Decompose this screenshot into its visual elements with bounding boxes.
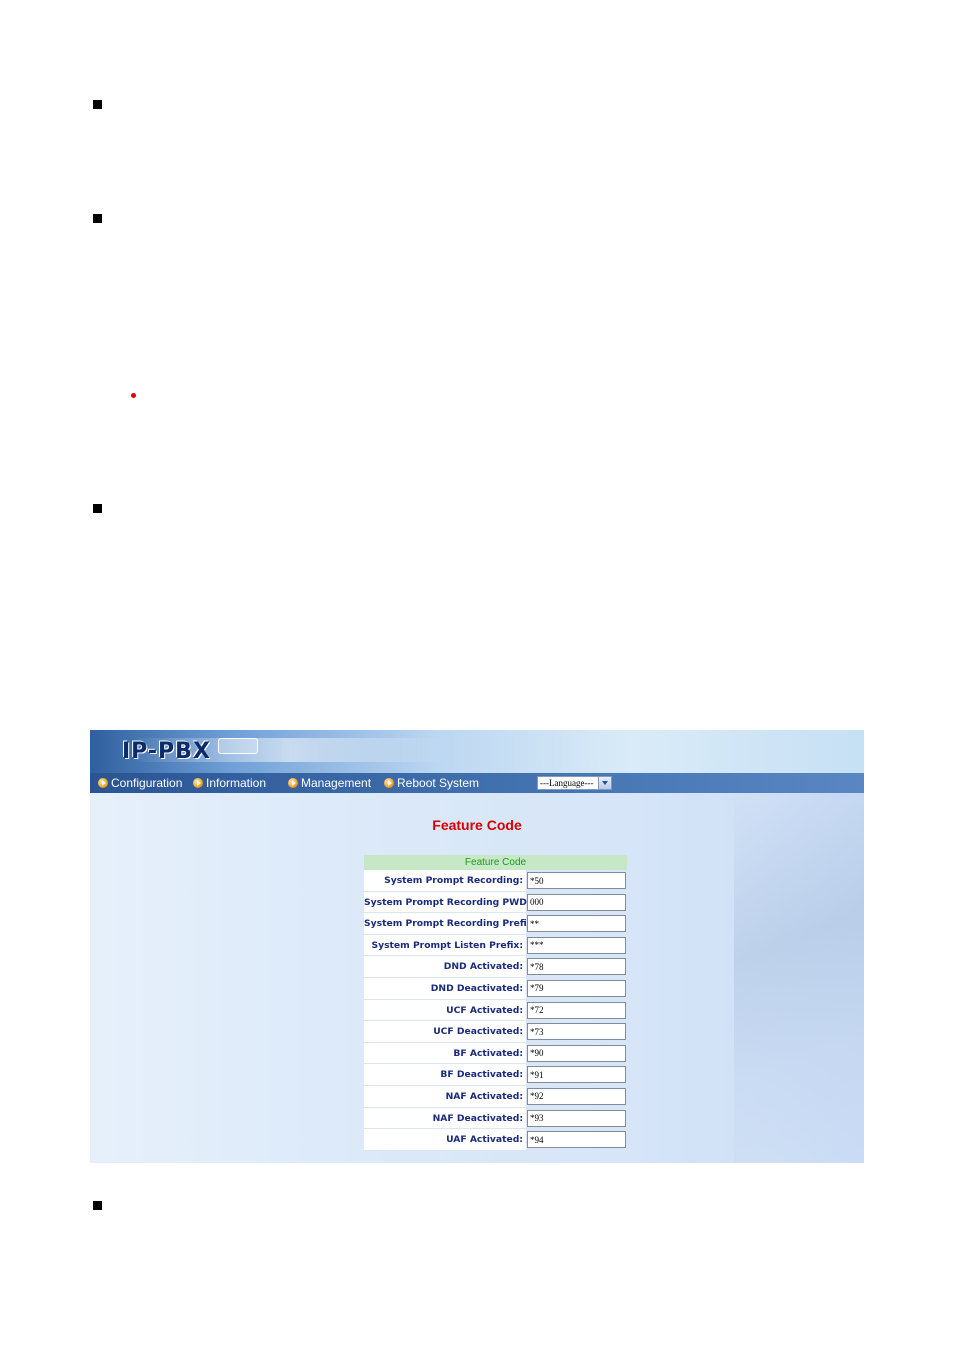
feature-code-input[interactable] — [527, 979, 626, 997]
table-row: NAF Deactivated: — [364, 1107, 627, 1130]
feature-code-input[interactable] — [527, 958, 626, 976]
square-bullet-icon — [93, 214, 102, 223]
dot-bullet-icon — [131, 393, 136, 398]
table-row: BF Deactivated: — [364, 1064, 627, 1086]
menu-management[interactable]: Management — [288, 775, 371, 791]
feature-code-input[interactable] — [527, 1066, 626, 1084]
feature-code-input[interactable] — [527, 1023, 626, 1041]
table-row: System Prompt Recording PWD: — [364, 891, 627, 914]
table-row: System Prompt Listen Prefix: — [364, 934, 627, 957]
table-row: UCF Activated: — [364, 999, 627, 1022]
table-row: NAF Activated: — [364, 1085, 627, 1108]
menu-information[interactable]: Information — [193, 775, 266, 791]
table-row: System Prompt Recording: — [364, 870, 627, 892]
ip-pbx-screenshot: IP-PBX Configuration Information Managem… — [90, 730, 864, 1163]
menu-configuration[interactable]: Configuration — [98, 775, 182, 791]
table-header: Feature Code — [364, 855, 627, 870]
field-label: BF Activated: — [364, 1042, 526, 1064]
field-label: DND Deactivated: — [364, 977, 526, 999]
chevron-down-icon[interactable] — [598, 777, 611, 789]
field-label: DND Activated: — [364, 956, 526, 977]
logo-box-decoration — [218, 738, 258, 754]
page-title: Feature Code — [432, 817, 522, 833]
feature-code-table: Feature Code System Prompt Recording:Sys… — [364, 855, 627, 1151]
field-label: BF Deactivated: — [364, 1064, 526, 1085]
menu-label: Information — [206, 776, 267, 790]
feature-code-input[interactable] — [527, 1044, 626, 1062]
feature-code-input[interactable] — [527, 936, 626, 954]
square-bullet-icon — [93, 1201, 102, 1210]
menu-label: Reboot System — [397, 776, 480, 790]
arrow-circle-icon — [384, 778, 394, 788]
feature-code-input[interactable] — [527, 1001, 626, 1019]
field-label: UCF Deactivated: — [364, 1021, 526, 1042]
arrow-circle-icon — [288, 778, 298, 788]
menu-label: Management — [301, 776, 372, 790]
menu-reboot-system[interactable]: Reboot System — [384, 775, 479, 791]
square-bullet-icon — [93, 504, 102, 513]
field-label: UAF Activated: — [364, 1129, 526, 1150]
arrow-circle-icon — [193, 778, 203, 788]
feature-code-input[interactable] — [527, 1109, 626, 1127]
field-label: System Prompt Recording PWD: — [364, 891, 531, 913]
feature-code-input[interactable] — [527, 915, 626, 933]
ip-pbx-logo: IP-PBX — [122, 739, 211, 764]
language-select-value: ---Language--- — [540, 778, 594, 788]
field-label: System Prompt Recording Prefix: — [364, 913, 536, 934]
table-row: DND Deactivated: — [364, 977, 627, 1000]
square-bullet-icon — [93, 100, 102, 109]
field-label: UCF Activated: — [364, 999, 526, 1021]
feature-code-input[interactable] — [527, 893, 626, 911]
field-label: NAF Activated: — [364, 1085, 526, 1107]
table-row: System Prompt Recording Prefix: — [364, 913, 627, 935]
table-row: UAF Activated: — [364, 1129, 627, 1151]
table-row: UCF Deactivated: — [364, 1021, 627, 1043]
arrow-circle-icon — [98, 778, 108, 788]
field-label: NAF Deactivated: — [364, 1107, 526, 1129]
table-row: DND Activated: — [364, 956, 627, 978]
menu-label: Configuration — [111, 776, 183, 790]
menu-bar: Configuration Information Management Reb… — [90, 773, 864, 793]
language-select[interactable]: ---Language--- — [537, 776, 612, 790]
feature-code-input[interactable] — [527, 1131, 626, 1149]
feature-code-input[interactable] — [527, 1087, 626, 1105]
table-row: BF Activated: — [364, 1042, 627, 1065]
field-label: System Prompt Recording: — [364, 870, 526, 891]
field-label: System Prompt Listen Prefix: — [364, 934, 526, 956]
feature-code-input[interactable] — [527, 872, 626, 889]
header-banner: IP-PBX — [90, 730, 864, 773]
background-decoration — [734, 793, 864, 1163]
